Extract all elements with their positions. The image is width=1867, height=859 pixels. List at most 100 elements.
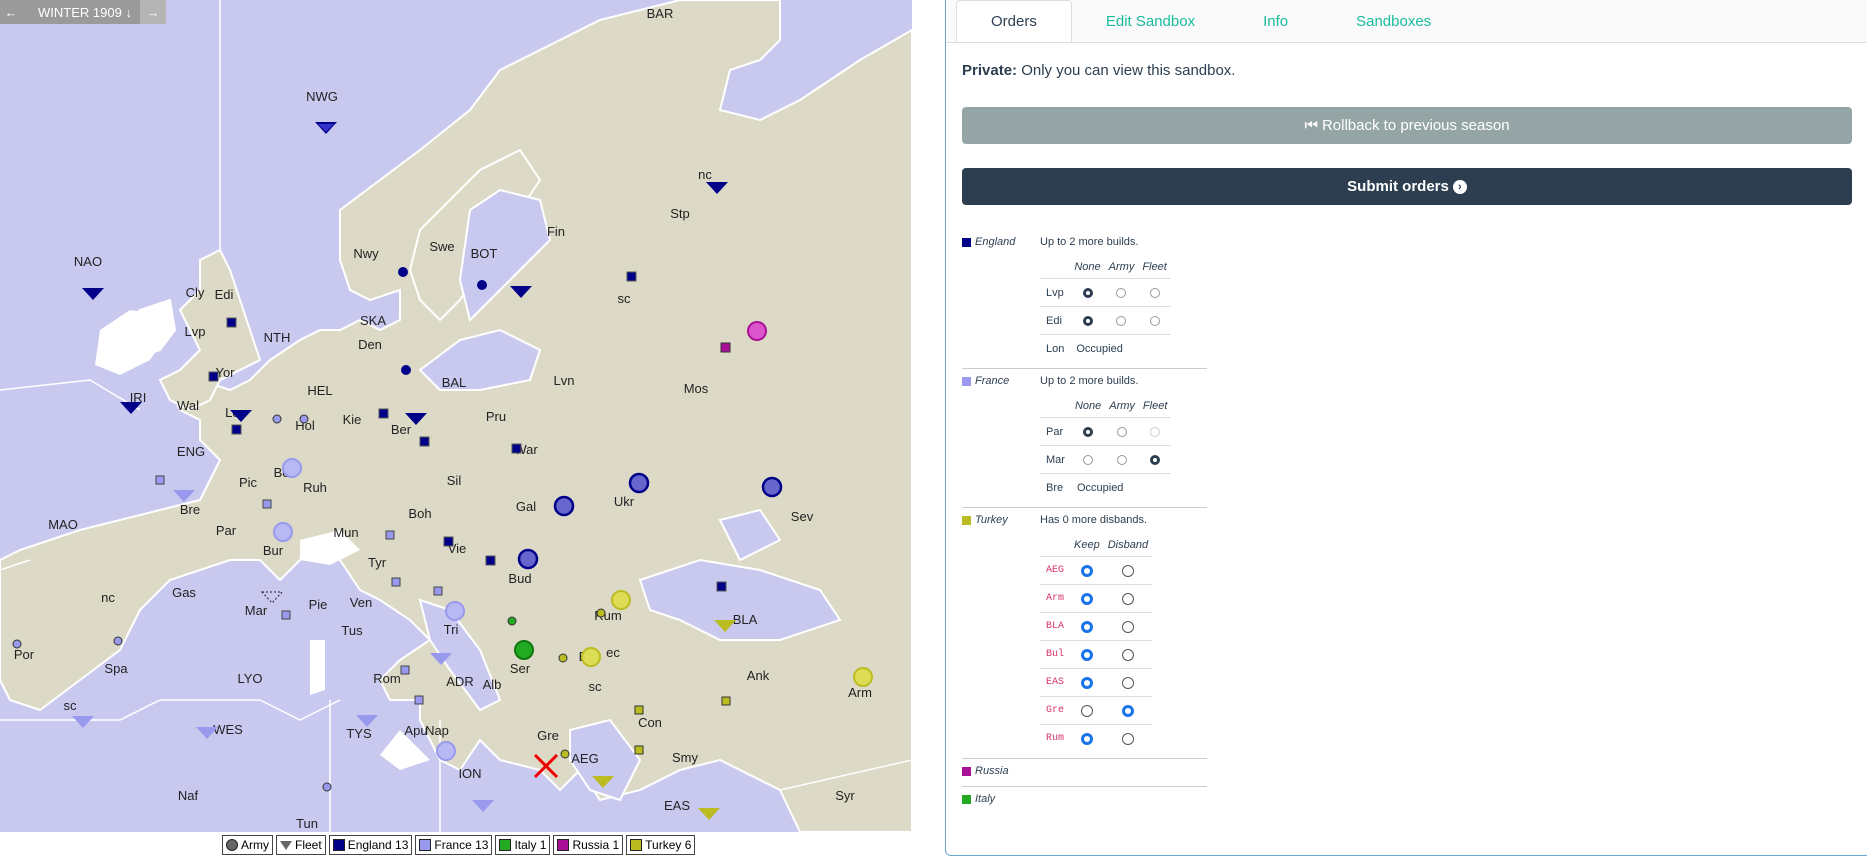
map-label: Smy (672, 750, 699, 765)
radio-bul-keep[interactable] (1080, 648, 1093, 661)
prev-season-button[interactable]: ← (0, 5, 22, 20)
radio-gre-keep[interactable] (1080, 704, 1093, 717)
map-label: ENG (177, 444, 205, 459)
radio-aeg-disband[interactable] (1121, 564, 1134, 577)
map-label: BLA (733, 612, 758, 627)
map-label: Bur (263, 543, 284, 558)
radio-eas-disband[interactable] (1121, 676, 1134, 689)
chevron-right-icon: › (1452, 179, 1467, 194)
france-build-message: Up to 2 more builds. (1040, 375, 1139, 387)
table-row: Mar (1040, 445, 1172, 474)
map-label: Rom (373, 671, 400, 686)
map-label: Kie (343, 412, 362, 427)
map-label: Swe (429, 239, 454, 254)
map-label: Ser (510, 661, 531, 676)
map-label: BOT (471, 246, 498, 261)
tab-orders[interactable]: Orders (956, 0, 1072, 42)
map-label: Lvn (554, 373, 575, 388)
map-label: Gas (172, 585, 196, 600)
map-label: Alb (483, 677, 502, 692)
tab-edit-sandbox[interactable]: Edit Sandbox (1072, 0, 1229, 42)
legend-item: Turkey 6 (626, 835, 696, 855)
radio-bla-keep[interactable] (1080, 620, 1093, 633)
radio-bul-disband[interactable] (1121, 648, 1134, 661)
radio-mar-fleet[interactable] (1150, 454, 1161, 465)
color-swatch (557, 839, 570, 851)
table-row: BLA (1040, 612, 1153, 641)
map-label: sc (64, 698, 78, 713)
radio-lvp-fleet[interactable] (1149, 287, 1160, 298)
table-row: Bul (1040, 640, 1153, 669)
map-label: AEG (571, 751, 598, 766)
next-season-button[interactable]: → (139, 0, 166, 24)
map-legend: Army Fleet England 13 France 13 Italy 1 Russi… (222, 835, 696, 855)
rewind-icon: ⏮ (1304, 117, 1318, 134)
map-label: NAO (74, 254, 102, 269)
map-label: sc (589, 679, 603, 694)
radio-mar-army[interactable] (1117, 454, 1128, 465)
tab-sandboxes[interactable]: Sandboxes (1322, 0, 1465, 42)
table-row: EAS (1040, 668, 1153, 697)
map-label: Mun (333, 525, 358, 540)
map-label: Nap (425, 723, 449, 738)
map-label: Pru (486, 409, 506, 424)
map-label: Bre (180, 502, 200, 517)
map-label: nc (698, 167, 712, 182)
map-label: sc (618, 291, 632, 306)
radio-arm-disband[interactable] (1121, 592, 1134, 605)
map-label: Por (14, 647, 35, 662)
map-label: Pic (239, 475, 258, 490)
radio-bla-disband[interactable] (1121, 620, 1134, 633)
turkey-orders-table: Keep Disband AEG Arm BLA Bul EAS Gre Rum (1040, 534, 1153, 752)
england-orders-table: None Army Fleet Lvp Edi Lon Occupied (1040, 256, 1171, 362)
radio-lvp-none[interactable] (1082, 287, 1093, 298)
color-swatch (630, 839, 643, 851)
map-label: MAO (48, 517, 78, 532)
radio-par-army[interactable] (1117, 426, 1128, 437)
map-label: Wal (177, 398, 199, 413)
france-orders-table: None Army Fleet Par Mar Bre Occupied (1040, 395, 1172, 501)
map-label: ADR (446, 674, 473, 689)
radio-aeg-keep[interactable] (1080, 564, 1093, 577)
russia-color-swatch (962, 766, 971, 776)
radio-arm-keep[interactable] (1080, 592, 1093, 605)
rollback-button[interactable]: ⏮ Rollback to previous season (962, 107, 1852, 144)
radio-eas-keep[interactable] (1080, 676, 1093, 689)
map-label: LYO (237, 671, 262, 686)
radio-edi-none[interactable] (1082, 315, 1093, 326)
map-label: Fin (547, 224, 565, 239)
map-label: Syr (835, 788, 855, 803)
season-dropdown-icon[interactable]: ↓ (125, 5, 132, 20)
turkey-color-swatch (962, 515, 971, 525)
turkey-disband-message: Has 0 more disbands. (1040, 514, 1147, 526)
map-label: Gal (516, 499, 536, 514)
radio-gre-disband[interactable] (1121, 704, 1134, 717)
radio-mar-none[interactable] (1083, 454, 1094, 465)
map-label: Ber (391, 422, 412, 437)
england-build-message: Up to 2 more builds. (1040, 236, 1139, 248)
radio-edi-army[interactable] (1116, 315, 1127, 326)
table-row: Arm (1040, 584, 1153, 613)
map-label: Naf (178, 788, 199, 803)
map-canvas[interactable]: BARNWGNAOClyEdiLvpYorNTHIRIWalLonENGHELH… (0, 0, 912, 832)
radio-lvp-army[interactable] (1116, 287, 1127, 298)
diplomacy-map[interactable]: BARNWGNAOClyEdiLvpYorNTHIRIWalLonENGHELH… (0, 0, 912, 832)
england-color-swatch (962, 237, 971, 247)
tab-info[interactable]: Info (1229, 0, 1322, 42)
legend-item: France 13 (415, 835, 493, 855)
table-row: Edi (1040, 306, 1171, 335)
radio-rum-keep[interactable] (1080, 732, 1093, 745)
table-row: AEG (1040, 556, 1153, 585)
map-label: Ank (747, 668, 770, 683)
radio-rum-disband[interactable] (1121, 732, 1134, 745)
color-swatch (499, 839, 512, 851)
radio-par-none[interactable] (1083, 426, 1094, 437)
radio-edi-fleet[interactable] (1149, 315, 1160, 326)
map-label: nc (101, 590, 115, 605)
submit-orders-button[interactable]: Submit orders › (962, 168, 1852, 205)
map-label: Tyr (368, 555, 387, 570)
table-row: Rum (1040, 724, 1153, 752)
map-label: Gre (537, 728, 559, 743)
map-label: Tus (341, 623, 363, 638)
legend-item: Russia 1 (553, 835, 624, 855)
